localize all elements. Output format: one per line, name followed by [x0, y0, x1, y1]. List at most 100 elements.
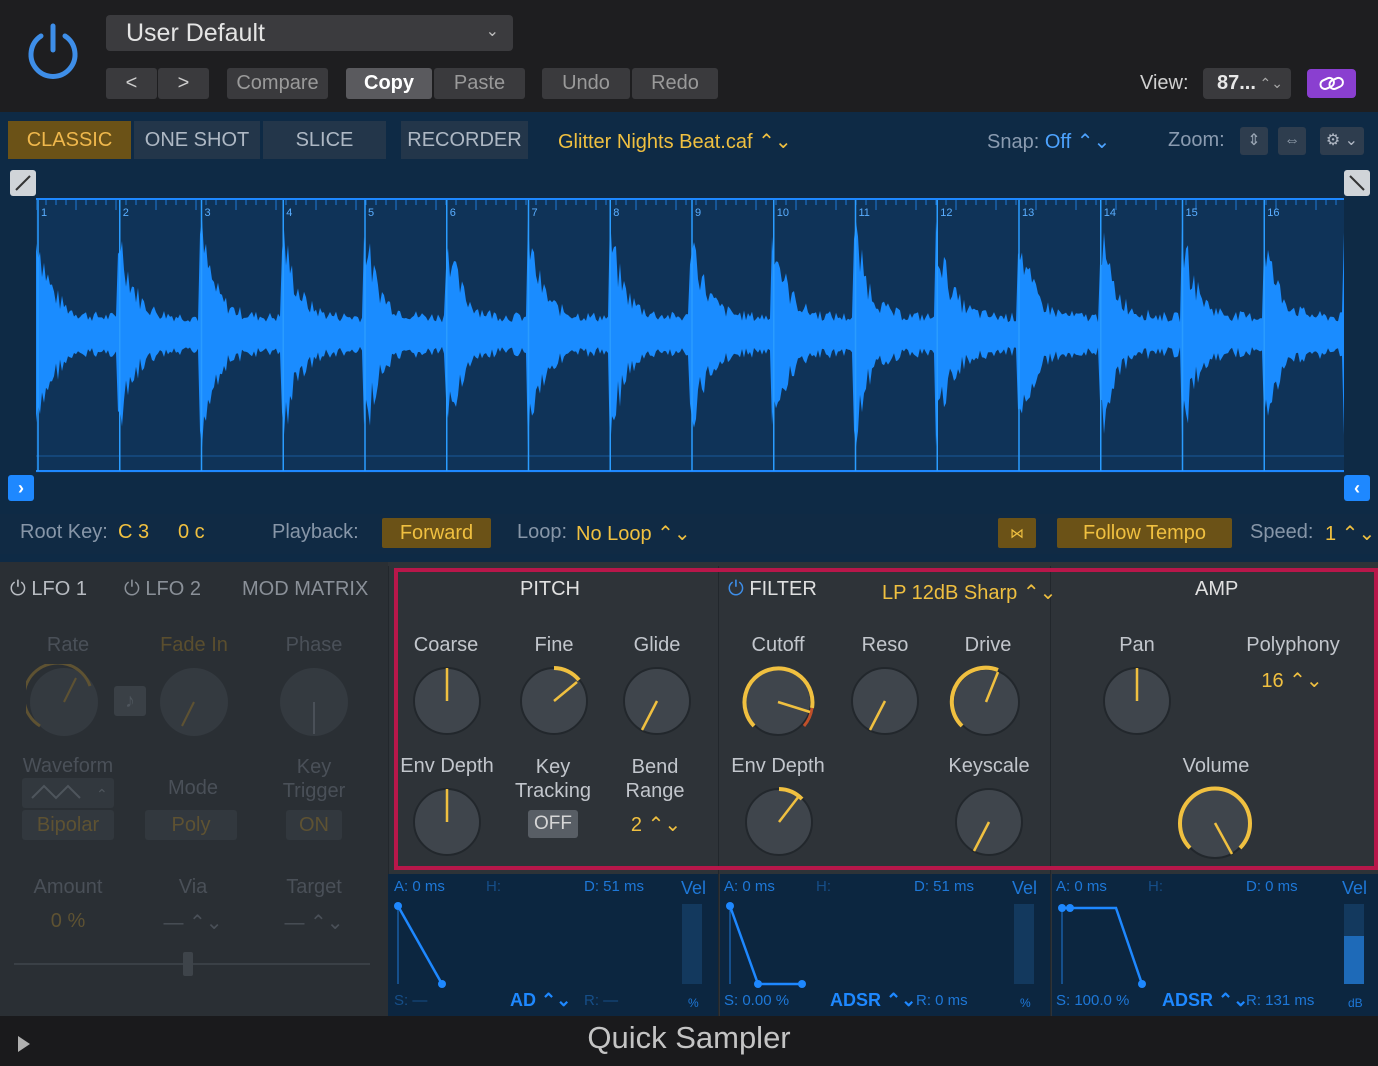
undo-button[interactable]: Undo [542, 68, 630, 99]
loop-start-handle[interactable]: › [8, 475, 34, 501]
mod-amount-slider-handle[interactable] [183, 952, 193, 976]
playback-direction-button[interactable]: Forward [382, 518, 491, 548]
lfo-phase-knob[interactable] [276, 664, 352, 740]
mod-target-menu[interactable]: — ⌃⌄ [266, 910, 362, 935]
env-attack: A: 0 ms [1056, 878, 1107, 895]
beat-marker-number: 15 [1186, 207, 1198, 219]
env-release: R: — [584, 992, 619, 1009]
lfo-fade-in-knob[interactable] [156, 664, 232, 740]
lfo-rate-label: Rate [46, 634, 90, 656]
velocity-bar[interactable] [682, 904, 702, 984]
loop-end-handle[interactable]: ‹ [1344, 475, 1370, 501]
envelope-curve[interactable] [1054, 898, 1334, 988]
view-zoom-select[interactable]: 87... ⌃⌄ [1203, 68, 1291, 99]
pitch-envelope[interactable]: A: 0 ms H: D: 51 ms Vel S: — AD ⌃⌄ R: — … [388, 874, 718, 1016]
mod-target-label: Target [286, 876, 342, 898]
view-label: View: [1140, 72, 1189, 94]
fine-tune-cents-value[interactable]: 0 c [178, 521, 205, 544]
redo-button[interactable]: Redo [632, 68, 718, 99]
mod-amount-value[interactable]: 0 % [20, 910, 116, 933]
mod-via-menu[interactable]: — ⌃⌄ [145, 910, 241, 935]
amp-envelope[interactable]: A: 0 ms H: D: 0 ms Vel S: 100.0 % ADSR ⌃… [1052, 874, 1378, 1016]
settings-menu-button[interactable]: ⚙ ⌄ [1320, 127, 1364, 155]
velocity-bar[interactable] [1014, 904, 1034, 984]
env-hold: H: [816, 878, 831, 895]
zoom-vertical-button[interactable]: ⇕ [1240, 127, 1268, 155]
loop-label: Loop: [517, 521, 568, 543]
tempo-sync-button[interactable]: ♪ [114, 686, 146, 716]
previous-preset-button[interactable]: < [106, 68, 157, 99]
beat-marker-number: 2 [123, 207, 129, 219]
env-attack: A: 0 ms [394, 878, 445, 895]
sample-file-menu[interactable]: Glitter Nights Beat.caf ⌃⌄ [558, 129, 792, 154]
beat-marker-number: 9 [695, 207, 701, 219]
beat-marker-number: 11 [859, 207, 870, 219]
root-key-value[interactable]: C 3 [118, 521, 149, 544]
power-icon[interactable] [24, 22, 82, 80]
zoom-horizontal-button[interactable]: ⇔ [1278, 127, 1306, 155]
speed-label: Speed: [1250, 521, 1314, 543]
lfo-mode-label: Mode [167, 777, 219, 799]
horizontal-zoom-icon: ⇔ [1284, 132, 1300, 149]
mode-tab-recorder[interactable]: RECORDER [401, 121, 528, 159]
lfo-key-trigger-button[interactable]: ON [286, 810, 342, 840]
env-unit: dB [1348, 996, 1363, 1010]
lfo-phase-label: Phase [285, 634, 343, 656]
env-mode-menu[interactable]: ADSR ⌃⌄ [830, 990, 916, 1011]
speed-menu[interactable]: 1 ⌃⌄ [1325, 521, 1375, 546]
compare-button[interactable]: Compare [227, 68, 328, 99]
power-icon[interactable]: ⏻ [10, 578, 26, 600]
sample-start-handle[interactable] [10, 170, 36, 196]
snap-value: Off ⌃⌄ [1044, 131, 1111, 153]
diagonal-line-icon [15, 175, 31, 191]
lfo-waveform-menu[interactable]: ⌃ [22, 778, 114, 808]
mod-matrix-tab[interactable]: MOD MATRIX [242, 578, 368, 601]
chevron-down-icon: ⌄ [485, 23, 499, 40]
env-mode-menu[interactable]: ADSR ⌃⌄ [1162, 990, 1248, 1011]
mode-tab-slice[interactable]: SLICE [263, 121, 386, 159]
lfo-poly-button[interactable]: Poly [145, 810, 237, 840]
beat-marker-number: 10 [777, 207, 789, 219]
chevron-left-icon: ‹ [1354, 478, 1360, 498]
plugin-title: Quick Sampler [587, 1020, 791, 1055]
mode-tab-classic[interactable]: CLASSIC [8, 121, 131, 159]
loop-mode-menu[interactable]: No Loop ⌃⌄ [576, 521, 691, 546]
env-unit: % [688, 996, 699, 1010]
preset-menu[interactable]: User Default ⌄ [106, 15, 513, 51]
lfo2-tab[interactable]: ⏻ LFO 2 [124, 578, 201, 601]
sample-end-handle[interactable] [1344, 170, 1370, 196]
env-hold: H: [486, 878, 501, 895]
copy-button[interactable]: Copy [346, 68, 432, 99]
paste-button[interactable]: Paste [434, 68, 525, 99]
lfo-rate-knob[interactable] [26, 664, 102, 740]
env-decay: D: 51 ms [584, 878, 645, 895]
env-velocity-label: Vel [1012, 878, 1038, 898]
snap-label: Snap: [987, 131, 1040, 153]
envelope-curve[interactable] [392, 898, 672, 988]
power-icon[interactable]: ⏻ [124, 578, 140, 600]
next-preset-button[interactable]: > [158, 68, 209, 99]
filter-envelope[interactable]: A: 0 ms H: D: 51 ms Vel S: 0.00 % ADSR ⌃… [720, 874, 1050, 1016]
velocity-bar-fill [1344, 936, 1364, 984]
lfo-fade-in-label[interactable]: Fade In [140, 634, 248, 657]
lfo1-tab[interactable]: ⏻ LFO 1 [10, 578, 87, 601]
envelope-curve[interactable] [722, 898, 1002, 988]
snap-menu[interactable]: Snap: Off ⌃⌄ [987, 129, 1110, 154]
flex-mode-button[interactable]: ⋈ [998, 518, 1036, 548]
mode-tab-one-shot[interactable]: ONE SHOT [134, 121, 260, 159]
env-unit: % [1020, 996, 1031, 1010]
env-mode-menu[interactable]: AD ⌃⌄ [510, 990, 571, 1011]
link-button[interactable] [1307, 69, 1356, 98]
env-sustain: S: — [394, 992, 428, 1009]
lfo-bipolar-button[interactable]: Bipolar [22, 810, 114, 840]
flex-icon: ⋈ [1010, 525, 1024, 541]
env-attack: A: 0 ms [724, 878, 775, 895]
lfo2-tab-label: LFO 2 [145, 578, 201, 600]
env-velocity-label: Vel [681, 878, 707, 898]
waveform-display[interactable]: 1 2 3 4 5 6 7 8 9 10 11 12 13 14 15 16 [36, 198, 1344, 473]
svg-text:⌃: ⌃ [96, 787, 108, 803]
beat-marker-number: 14 [1104, 207, 1116, 219]
follow-tempo-button[interactable]: Follow Tempo [1057, 518, 1232, 548]
lfo-key-trigger-label: Key Trigger [282, 756, 346, 802]
root-key-label: Root Key: [20, 521, 108, 543]
